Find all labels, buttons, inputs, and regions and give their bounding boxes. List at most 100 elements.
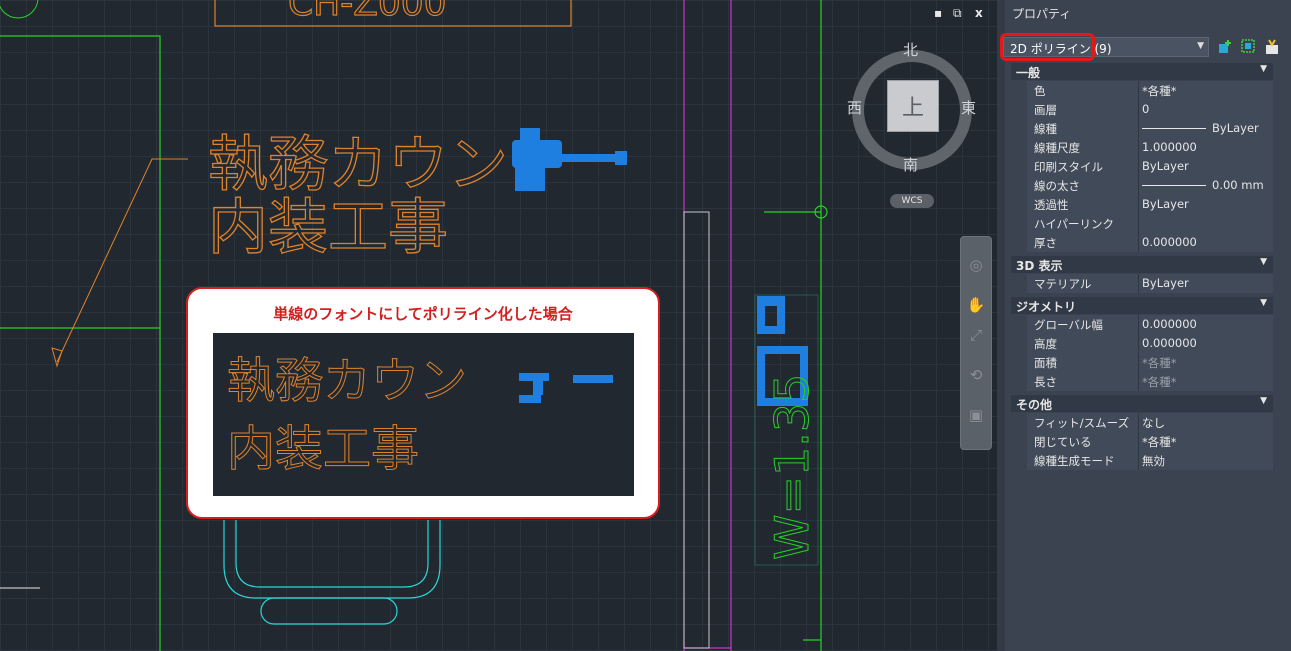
section-header[interactable]: ジオメトリ ▼ <box>1011 297 1273 314</box>
property-row[interactable]: マテリアル ByLayer <box>1011 274 1273 293</box>
chevron-up-icon[interactable]: ▼ <box>1260 298 1267 308</box>
steering-wheel-icon[interactable]: ◎ <box>966 255 986 275</box>
drawing-canvas[interactable]: W=1.35 CH-Z000 執務カウン 内装工事 ▪ ⧉ x 北 南 東 西 … <box>0 0 997 651</box>
property-row[interactable]: 厚さ 0.000000 <box>1011 233 1273 252</box>
property-value[interactable]: 0.000000 <box>1142 235 1197 249</box>
chevron-up-icon[interactable]: ▼ <box>1260 396 1267 406</box>
property-value[interactable]: 1.000000 <box>1142 140 1197 154</box>
property-value[interactable]: 0.000000 <box>1142 317 1197 331</box>
selection-highlight <box>1000 33 1095 61</box>
property-value[interactable]: ByLayer <box>1142 197 1189 211</box>
section-header[interactable]: その他 ▼ <box>1011 395 1273 412</box>
select-objects-icon[interactable] <box>1240 38 1258 56</box>
property-name: 透過性 <box>1034 198 1069 212</box>
property-row[interactable]: 線種 ByLayer <box>1011 119 1273 138</box>
green-arc[interactable] <box>0 0 39 19</box>
property-value-text: 1.000000 <box>1142 140 1197 154</box>
property-value[interactable]: 0 <box>1142 102 1149 116</box>
property-value[interactable]: *各種* <box>1142 434 1177 450</box>
property-value-text: 0.000000 <box>1142 235 1197 249</box>
viewcube-east[interactable]: 東 <box>961 97 976 118</box>
wcs-menu[interactable]: WCS <box>890 194 934 208</box>
viewport-restore-button[interactable]: ⧉ <box>953 6 962 21</box>
viewport-minimize-button[interactable]: ▪ <box>934 6 942 20</box>
pan-icon[interactable]: ✋ <box>966 295 986 315</box>
chevron-up-icon[interactable]: ▼ <box>1260 64 1267 74</box>
property-name: 線種 <box>1034 122 1057 136</box>
green-wall-line[interactable] <box>0 35 161 651</box>
property-name: 高度 <box>1034 337 1057 351</box>
property-value-text: ByLayer <box>1142 197 1189 211</box>
chevron-down-icon[interactable]: ▼ <box>1197 41 1204 51</box>
property-value[interactable]: 無効 <box>1142 453 1165 469</box>
property-value[interactable]: なし <box>1142 415 1165 431</box>
vertical-dim-text[interactable]: W=1.35 <box>765 373 820 560</box>
navigation-bar[interactable]: ◎ ✋ ⤢ ⟲ ▣ <box>960 236 992 450</box>
property-value-text: ByLayer <box>1142 159 1189 173</box>
zoom-icon[interactable]: ⤢ <box>966 325 986 345</box>
callout-line1: 執務カウン <box>227 353 467 409</box>
section-title: 3D 表示 <box>1016 259 1063 273</box>
callout-title: 単線のフォントにしてポリライン化した場合 <box>273 305 573 323</box>
property-row[interactable]: フィット/スムーズ なし <box>1011 413 1273 432</box>
property-value[interactable]: *各種* <box>1142 355 1177 371</box>
property-row[interactable]: 透過性 ByLayer <box>1011 195 1273 214</box>
counter-outline[interactable] <box>235 520 429 588</box>
viewcube-south[interactable]: 南 <box>903 154 918 175</box>
property-value-text: *各種* <box>1142 375 1177 389</box>
label-line1[interactable]: 執務カウン <box>207 129 508 200</box>
selection-grips[interactable] <box>512 128 627 191</box>
orbit-icon[interactable]: ⟲ <box>966 365 986 385</box>
property-value[interactable]: 0.000000 <box>1142 336 1197 350</box>
palette-grip[interactable] <box>997 0 1005 651</box>
property-value[interactable]: 0.00 mm <box>1142 178 1264 192</box>
property-row[interactable]: 閉じている *各種* <box>1011 432 1273 451</box>
property-value[interactable]: *各種* <box>1142 83 1177 99</box>
property-row[interactable]: グローバル幅 0.000000 <box>1011 315 1273 334</box>
section-header[interactable]: 3D 表示 ▼ <box>1011 256 1273 273</box>
property-value-text: 0.00 mm <box>1212 178 1264 192</box>
viewcube-north[interactable]: 北 <box>903 39 918 60</box>
property-value[interactable]: ByLayer <box>1142 276 1189 290</box>
label-line2[interactable]: 内装工事 <box>207 192 448 263</box>
showmotion-icon[interactable]: ▣ <box>966 405 986 425</box>
toggle-pickadd-icon[interactable] <box>1263 38 1281 56</box>
property-row[interactable]: 面積 *各種* <box>1011 353 1273 372</box>
wcs-label: WCS <box>901 196 923 206</box>
viewcube[interactable]: 北 南 東 西 上 <box>840 38 980 188</box>
property-value-text: *各種* <box>1142 84 1177 98</box>
property-value-text: 無効 <box>1142 454 1165 468</box>
leader-line[interactable] <box>56 158 188 363</box>
property-row[interactable]: 画層 0 <box>1011 100 1273 119</box>
property-row[interactable]: ハイパーリンク <box>1011 214 1273 233</box>
property-row[interactable]: 線種尺度 1.000000 <box>1011 138 1273 157</box>
viewcube-top-face[interactable]: 上 <box>887 80 939 132</box>
property-name: 印刷スタイル <box>1034 160 1103 174</box>
chevron-up-icon[interactable]: ▼ <box>1260 257 1267 267</box>
palette-title: プロパティ <box>1012 7 1072 21</box>
property-value-text: 0 <box>1142 102 1150 116</box>
viewport-close-button[interactable]: x <box>975 6 983 20</box>
leader-arrow[interactable] <box>51 347 63 368</box>
properties-palette[interactable]: プロパティ 2D ポリライン (9) ▼ 一般 ▼ 色 *各種* 画層 0 線種 ByLaye… <box>997 0 1291 651</box>
section-header[interactable]: 一般 ▼ <box>1011 63 1273 80</box>
property-row[interactable]: 線の太さ 0.00 mm <box>1011 176 1273 195</box>
property-row[interactable]: 長さ *各種* <box>1011 372 1273 391</box>
property-name: グローバル幅 <box>1034 318 1103 332</box>
title-box-text[interactable]: CH-Z000 <box>287 0 447 25</box>
property-name: 線種尺度 <box>1034 141 1080 155</box>
property-value[interactable]: ByLayer <box>1142 159 1189 173</box>
property-value[interactable]: *各種* <box>1142 374 1177 390</box>
property-row[interactable]: 色 *各種* <box>1011 81 1273 100</box>
property-row[interactable]: 線種生成モード 無効 <box>1011 451 1273 470</box>
white-rect[interactable] <box>683 211 710 649</box>
counter-base[interactable] <box>260 597 398 625</box>
callout-selection-grips <box>519 373 613 403</box>
viewcube-west[interactable]: 西 <box>847 97 862 118</box>
property-row[interactable]: 印刷スタイル ByLayer <box>1011 157 1273 176</box>
property-value[interactable]: ByLayer <box>1142 121 1259 135</box>
quick-select-icon[interactable] <box>1217 38 1235 56</box>
property-row[interactable]: 高度 0.000000 <box>1011 334 1273 353</box>
property-name: 面積 <box>1034 356 1057 370</box>
property-name: 線の太さ <box>1034 179 1080 193</box>
